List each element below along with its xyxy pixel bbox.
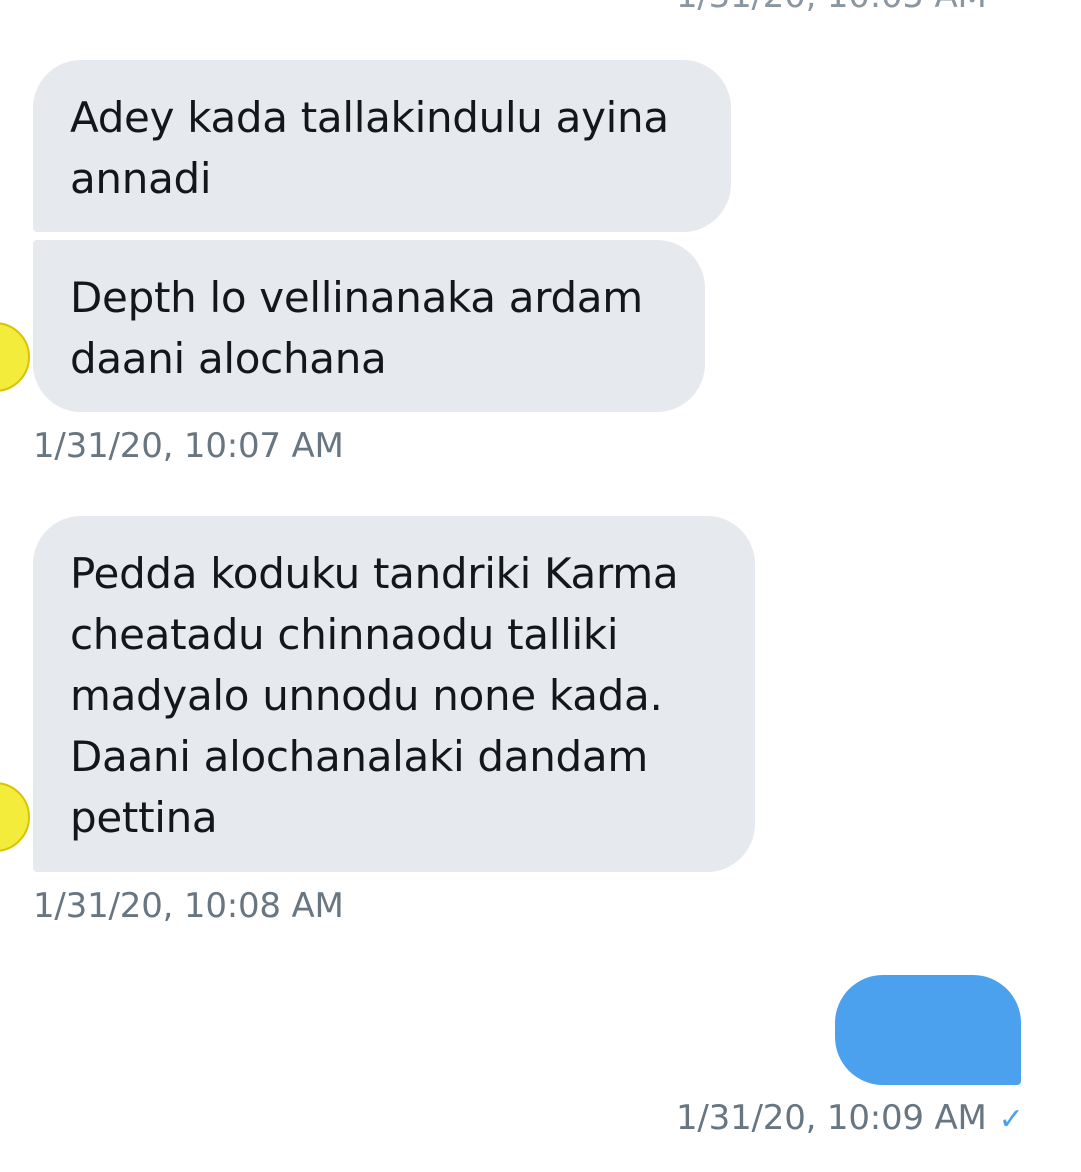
incoming-message-bubble[interactable]: Depth lo vellinanaka ardam daani alochan… — [33, 240, 705, 412]
dm-conversation: 1/31/20, 10:05 AM Adey kada tallakindulu… — [0, 0, 1081, 1172]
sender-avatar[interactable] — [0, 322, 30, 392]
incoming-message-bubble[interactable]: Pedda koduku tandriki Karma cheatadu chi… — [33, 516, 755, 872]
top-timestamp: 1/31/20, 10:05 AM — [676, 0, 987, 16]
checkmark-icon: ✓ — [998, 1102, 1024, 1137]
outgoing-timestamp-text: 1/31/20, 10:09 AM — [676, 1098, 987, 1138]
message-timestamp-outgoing: 1/31/20, 10:09 AM ✓ — [676, 1098, 1024, 1138]
message-timestamp: 1/31/20, 10:08 AM — [33, 886, 344, 926]
outgoing-message-bubble[interactable]: Wtfff — [835, 975, 1021, 1164]
sender-avatar[interactable] — [0, 782, 30, 852]
message-timestamp: 1/31/20, 10:07 AM — [33, 426, 344, 466]
incoming-message-bubble[interactable]: Adey kada tallakindulu ayina annadi — [33, 60, 731, 232]
